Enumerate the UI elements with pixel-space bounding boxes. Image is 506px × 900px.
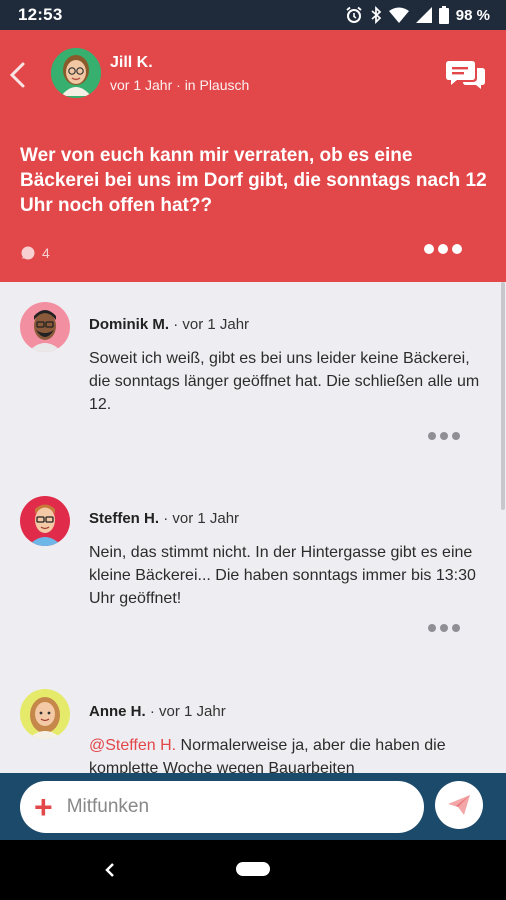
comment-header: Steffen H. · vor 1 Jahr bbox=[89, 510, 239, 527]
post-question: Wer von euch kann mir verraten, ob es ei… bbox=[20, 145, 487, 216]
more-dot bbox=[428, 624, 436, 632]
comment-text: Soweit ich weiß, gibt es bei uns leider … bbox=[89, 350, 480, 413]
commenter-name[interactable]: Steffen H. bbox=[89, 510, 159, 527]
more-dot bbox=[440, 432, 448, 440]
commenter-name[interactable]: Anne H. bbox=[89, 703, 146, 720]
compose-bar: + bbox=[0, 773, 506, 840]
status-bar: 12:53 98 % bbox=[0, 0, 506, 30]
comment-more-button[interactable] bbox=[428, 624, 460, 632]
system-nav-bar bbox=[0, 840, 506, 900]
chevron-left-icon bbox=[9, 62, 25, 88]
comment-time: · vor 1 Jahr bbox=[173, 316, 250, 333]
comment-count-value: 4 bbox=[42, 245, 50, 261]
comment-header: Dominik M. · vor 1 Jahr bbox=[89, 316, 249, 333]
battery-percent: 98 % bbox=[455, 6, 490, 24]
back-button[interactable] bbox=[8, 60, 30, 90]
comment-text: Nein, das stimmt nicht. In der Hintergas… bbox=[89, 544, 476, 607]
comment-count: 4 bbox=[20, 245, 50, 261]
commenter-avatar[interactable] bbox=[20, 302, 70, 352]
comment-more-button[interactable] bbox=[428, 432, 460, 440]
chat-button[interactable] bbox=[446, 58, 486, 92]
more-dot bbox=[452, 432, 460, 440]
signal-icon bbox=[415, 7, 432, 23]
post-header: Jill K. vor 1 Jahr · in Plausch Wer von … bbox=[0, 30, 506, 282]
comment-time: · vor 1 Jahr bbox=[163, 510, 240, 527]
status-time: 12:53 bbox=[18, 5, 63, 24]
nav-back-icon[interactable] bbox=[100, 858, 120, 882]
comment-header: Anne H. · vor 1 Jahr bbox=[89, 703, 226, 720]
more-dot bbox=[428, 432, 436, 440]
comment-list[interactable]: Dominik M. · vor 1 Jahr Soweit ich weiß,… bbox=[0, 282, 506, 773]
more-dot bbox=[438, 244, 448, 254]
add-attachment-icon[interactable]: + bbox=[34, 791, 53, 823]
more-dot bbox=[424, 244, 434, 254]
nav-home-button[interactable] bbox=[236, 862, 270, 876]
compose-field[interactable]: + bbox=[20, 780, 424, 833]
comment-text: @Steffen H. Normalerweise ja, aber die h… bbox=[89, 734, 489, 773]
paper-plane-icon bbox=[448, 795, 470, 815]
battery-icon bbox=[438, 6, 449, 24]
post-meta: vor 1 Jahr · in Plausch bbox=[110, 77, 250, 93]
status-icons: 98 % bbox=[345, 6, 490, 24]
commenter-name[interactable]: Dominik M. bbox=[89, 316, 169, 333]
commenter-avatar[interactable] bbox=[20, 496, 70, 546]
bluetooth-icon bbox=[371, 6, 382, 24]
author-name[interactable]: Jill K. bbox=[110, 54, 153, 72]
scrollbar[interactable] bbox=[501, 282, 505, 510]
wifi-icon bbox=[388, 7, 409, 23]
comment-time: · vor 1 Jahr bbox=[149, 703, 226, 720]
chat-bubbles-icon bbox=[446, 61, 485, 89]
commenter-avatar[interactable] bbox=[20, 689, 70, 739]
more-dot bbox=[452, 624, 460, 632]
post-more-button[interactable] bbox=[424, 244, 462, 254]
more-dot bbox=[440, 624, 448, 632]
more-dot bbox=[452, 244, 462, 254]
mention-link[interactable]: @Steffen H. bbox=[89, 737, 176, 754]
send-button[interactable] bbox=[435, 781, 483, 829]
comment-bubble-icon bbox=[21, 246, 35, 260]
alarm-icon bbox=[346, 6, 362, 23]
message-input[interactable] bbox=[66, 795, 387, 818]
author-avatar[interactable] bbox=[51, 48, 101, 98]
